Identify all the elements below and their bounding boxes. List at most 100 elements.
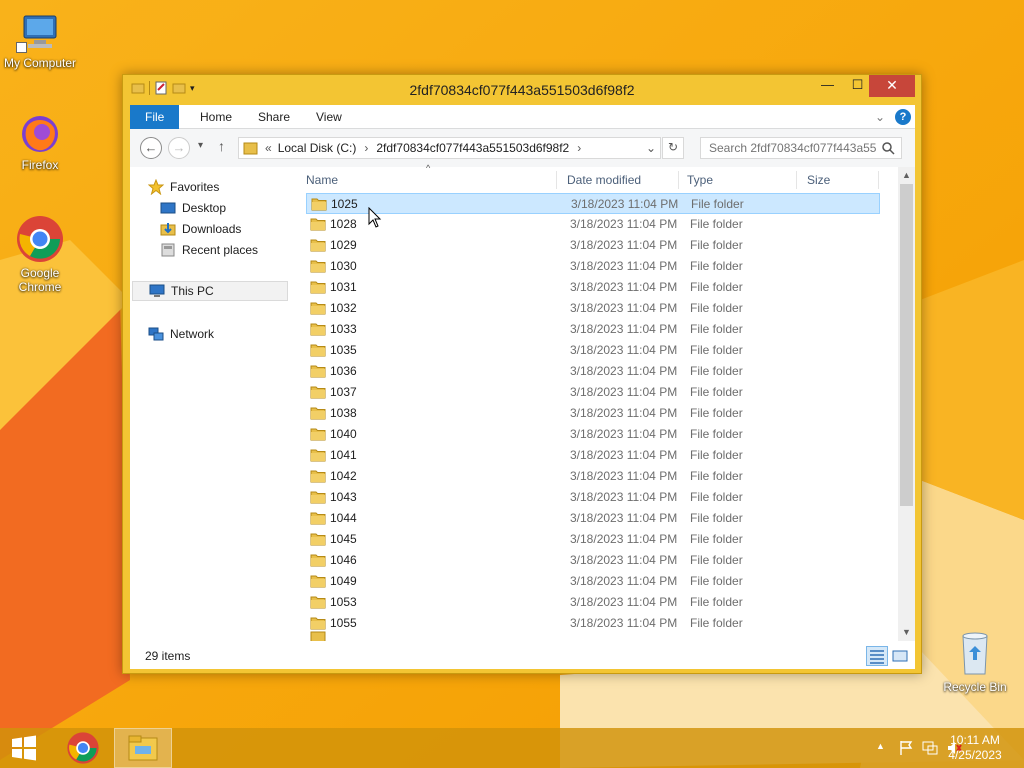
tab-share[interactable]: Share bbox=[244, 105, 304, 129]
back-button[interactable]: ← bbox=[140, 137, 162, 159]
table-row[interactable]: 1041 3/18/2023 11:04 PM File folder bbox=[306, 445, 880, 466]
breadcrumb-current-folder[interactable]: 2fdf70834cf077f443a551503d6f98f2 bbox=[376, 141, 569, 155]
table-row[interactable]: 1055 3/18/2023 11:04 PM File folder bbox=[306, 613, 880, 634]
help-icon[interactable]: ? bbox=[895, 109, 911, 125]
folder-icon bbox=[310, 533, 326, 546]
start-icon bbox=[12, 735, 36, 761]
column-header-type[interactable]: Type bbox=[687, 173, 713, 187]
close-button[interactable]: ✕ bbox=[869, 75, 915, 97]
sidebar-item-favorites[interactable]: Favorites bbox=[148, 179, 219, 195]
file-date-modified: 3/18/2023 11:04 PM bbox=[570, 217, 678, 231]
taskbar-file-explorer-button[interactable] bbox=[114, 728, 172, 768]
column-header-name[interactable]: Name bbox=[306, 173, 338, 187]
scroll-thumb[interactable] bbox=[900, 184, 913, 506]
desktop-icon-recycle-bin[interactable]: Recycle Bin bbox=[935, 630, 1015, 694]
table-row[interactable]: 1040 3/18/2023 11:04 PM File folder bbox=[306, 424, 880, 445]
action-center-flag-icon[interactable] bbox=[898, 740, 914, 756]
sidebar-item-this-pc[interactable]: This PC bbox=[132, 281, 288, 301]
column-divider[interactable] bbox=[678, 171, 679, 189]
recent-locations-chevron-icon[interactable]: ▾ bbox=[198, 140, 203, 151]
table-row[interactable]: 1049 3/18/2023 11:04 PM File folder bbox=[306, 571, 880, 592]
chrome-icon bbox=[17, 216, 63, 262]
folder-icon bbox=[310, 596, 326, 609]
table-row[interactable]: 1037 3/18/2023 11:04 PM File folder bbox=[306, 382, 880, 403]
search-icon[interactable] bbox=[881, 141, 895, 155]
table-row[interactable]: 1038 3/18/2023 11:04 PM File folder bbox=[306, 403, 880, 424]
column-divider[interactable] bbox=[796, 171, 797, 189]
file-name: 1045 bbox=[330, 532, 357, 546]
desktop-icon-firefox[interactable]: Firefox bbox=[0, 112, 80, 172]
file-list: ^ Name Date modified Type Size 1025 3/18/… bbox=[300, 163, 914, 641]
taskbar-clock[interactable]: 10:11 AM 4/25/2023 bbox=[942, 733, 1008, 763]
scroll-up-arrow-icon[interactable]: ▲ bbox=[898, 167, 915, 184]
folder-icon bbox=[243, 142, 258, 155]
file-name: 1035 bbox=[330, 343, 357, 357]
tab-home[interactable]: Home bbox=[186, 105, 246, 129]
address-dropdown-icon[interactable]: ⌄ bbox=[646, 141, 656, 155]
file-name: 1036 bbox=[330, 364, 357, 378]
table-row[interactable]: 1033 3/18/2023 11:04 PM File folder bbox=[306, 319, 880, 340]
ribbon: File Home Share View ⌄ ? bbox=[130, 105, 915, 129]
refresh-button[interactable]: ↻ bbox=[662, 137, 684, 159]
table-row[interactable]: 1029 3/18/2023 11:04 PM File folder bbox=[306, 235, 880, 256]
sidebar-item-recent-places[interactable]: Recent places bbox=[160, 242, 258, 258]
search-box[interactable] bbox=[700, 137, 902, 159]
start-button[interactable] bbox=[0, 728, 56, 768]
scroll-down-arrow-icon[interactable]: ▼ bbox=[898, 624, 915, 641]
file-date-modified: 3/18/2023 11:04 PM bbox=[570, 322, 678, 336]
sidebar-item-desktop[interactable]: Desktop bbox=[160, 200, 226, 216]
search-input[interactable] bbox=[709, 141, 877, 155]
column-header-date-modified[interactable]: Date modified bbox=[567, 173, 641, 187]
network-status-icon[interactable] bbox=[922, 740, 938, 756]
file-type: File folder bbox=[690, 511, 743, 525]
large-icons-view-button[interactable] bbox=[890, 646, 912, 666]
file-type: File folder bbox=[690, 448, 743, 462]
address-bar[interactable]: « Local Disk (C:) › 2fdf70834cf077f443a5… bbox=[238, 137, 661, 159]
table-row[interactable]: 1042 3/18/2023 11:04 PM File folder bbox=[306, 466, 880, 487]
tab-file[interactable]: File bbox=[130, 105, 180, 129]
breadcrumb-local-disk[interactable]: Local Disk (C:) bbox=[278, 141, 357, 155]
table-row[interactable]: 1030 3/18/2023 11:04 PM File folder bbox=[306, 256, 880, 277]
minimize-button[interactable]: — bbox=[813, 75, 842, 97]
folder-icon bbox=[310, 575, 326, 588]
column-header-size[interactable]: Size bbox=[807, 173, 830, 187]
table-row[interactable]: 1043 3/18/2023 11:04 PM File folder bbox=[306, 487, 880, 508]
title-bar[interactable]: ▾ 2fdf70834cf077f443a551503d6f98f2 — ☐ ✕ bbox=[123, 75, 921, 105]
sidebar-item-downloads[interactable]: Downloads bbox=[160, 221, 241, 237]
desktop-icon-google-chrome[interactable]: Google Chrome bbox=[0, 214, 80, 294]
tab-view[interactable]: View bbox=[302, 105, 356, 129]
table-row[interactable]: 1045 3/18/2023 11:04 PM File folder bbox=[306, 529, 880, 550]
table-row[interactable]: 1025 3/18/2023 11:04 PM File folder bbox=[306, 193, 880, 214]
table-row[interactable]: 1028 3/18/2023 11:04 PM File folder bbox=[306, 214, 880, 235]
table-row[interactable]: 1053 3/18/2023 11:04 PM File folder bbox=[306, 592, 880, 613]
table-row[interactable]: 1035 3/18/2023 11:04 PM File folder bbox=[306, 340, 880, 361]
maximize-button[interactable]: ☐ bbox=[843, 75, 872, 97]
show-hidden-icons-icon[interactable]: ▲ bbox=[876, 741, 885, 751]
file-name: 1031 bbox=[330, 280, 357, 294]
expand-ribbon-chevron-icon[interactable]: ⌄ bbox=[875, 110, 885, 124]
folder-icon bbox=[310, 386, 326, 399]
folder-icon bbox=[310, 323, 326, 336]
file-date-modified: 3/18/2023 11:04 PM bbox=[570, 259, 678, 273]
breadcrumb-separator-icon[interactable]: › bbox=[577, 141, 581, 155]
sidebar-item-network[interactable]: Network bbox=[148, 326, 214, 342]
folder-icon bbox=[310, 239, 326, 252]
table-row[interactable]: 1046 3/18/2023 11:04 PM File folder bbox=[306, 550, 880, 571]
file-type: File folder bbox=[690, 469, 743, 483]
details-view-button[interactable] bbox=[866, 646, 888, 666]
breadcrumb-separator-icon[interactable]: › bbox=[364, 141, 368, 155]
vertical-scrollbar[interactable]: ▲ ▼ bbox=[898, 167, 915, 641]
table-row[interactable]: 1031 3/18/2023 11:04 PM File folder bbox=[306, 277, 880, 298]
column-divider[interactable] bbox=[878, 171, 879, 189]
up-button[interactable]: ↑ bbox=[218, 138, 225, 154]
forward-button[interactable]: → bbox=[168, 137, 190, 159]
table-row[interactable]: 1044 3/18/2023 11:04 PM File folder bbox=[306, 508, 880, 529]
file-date-modified: 3/18/2023 11:04 PM bbox=[570, 364, 678, 378]
downloads-icon bbox=[160, 223, 176, 236]
taskbar-chrome-button[interactable] bbox=[56, 728, 112, 768]
table-row[interactable]: 1032 3/18/2023 11:04 PM File folder bbox=[306, 298, 880, 319]
column-divider[interactable] bbox=[556, 171, 557, 189]
breadcrumb-overflow-icon[interactable]: « bbox=[265, 141, 272, 155]
table-row[interactable]: 1036 3/18/2023 11:04 PM File folder bbox=[306, 361, 880, 382]
desktop-icon-my-computer[interactable]: My Computer bbox=[0, 10, 80, 70]
